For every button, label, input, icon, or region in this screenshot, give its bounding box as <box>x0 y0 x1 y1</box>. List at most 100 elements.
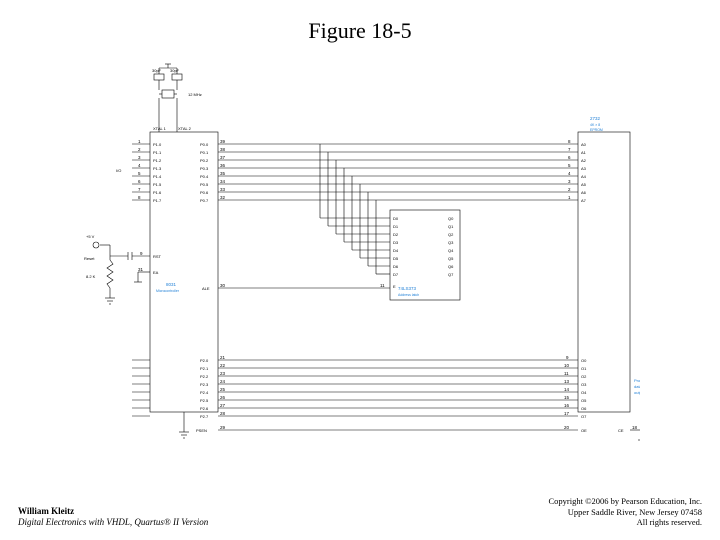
svg-text:D6: D6 <box>393 264 399 269</box>
svg-text:39: 39 <box>220 139 226 144</box>
svg-text:D3: D3 <box>393 240 399 245</box>
cap2-label: 30pF <box>170 68 180 73</box>
svg-text:37: 37 <box>220 155 226 160</box>
latch-e-pin: 11 <box>380 283 385 288</box>
psen-label: PSEN <box>196 428 207 433</box>
svg-text:4: 4 <box>138 163 141 168</box>
svg-text:5: 5 <box>138 171 141 176</box>
svg-text:P0.5: P0.5 <box>200 182 209 187</box>
svg-text:9: 9 <box>566 355 569 360</box>
rval-label: 8.2 K <box>86 274 96 279</box>
svg-text:D1: D1 <box>393 224 399 229</box>
latch-q-pins: Q0 Q1 Q2 Q3 Q4 Q5 Q6 Q7 <box>448 216 454 277</box>
eprom-a-low: A0 A1 A2 A3 A4 A5 A6 A7 8 7 6 5 4 3 2 1 <box>568 139 587 203</box>
svg-text:P2.6: P2.6 <box>200 406 209 411</box>
svg-text:Q3: Q3 <box>448 240 454 245</box>
copyright-line-2: Upper Saddle River, New Jersey 07458 <box>548 507 702 518</box>
schematic-diagram: 30pF 30pF 12 MHz XTAL 1 XTAL 2 I/O +5 V … <box>80 60 640 480</box>
svg-text:O1: O1 <box>581 366 587 371</box>
svg-text:P2.1: P2.1 <box>200 366 209 371</box>
eprom-type: EPROM <box>590 128 603 132</box>
ea-label: EA <box>153 270 159 275</box>
svg-text:Q2: Q2 <box>448 232 454 237</box>
svg-text:7: 7 <box>568 147 571 152</box>
svg-text:P1.1: P1.1 <box>153 150 162 155</box>
svg-text:Q1: Q1 <box>448 224 454 229</box>
svg-text:P2.0: P2.0 <box>200 358 209 363</box>
prog-l3: output <box>634 390 640 395</box>
svg-text:O4: O4 <box>581 390 587 395</box>
prog-l1: Program <box>634 378 640 383</box>
svg-text:O6: O6 <box>581 406 587 411</box>
eprom-o-pins: O0 O1 O2 O3 O4 O5 O6 O7 9 10 11 13 14 15… <box>564 355 587 419</box>
svg-text:A6: A6 <box>581 190 587 195</box>
footer-left: William Kleitz Digital Electronics with … <box>18 506 208 529</box>
svg-text:11: 11 <box>564 371 569 376</box>
svg-text:A1: A1 <box>581 150 587 155</box>
eprom-name: 2732 <box>590 116 601 121</box>
ale-pin: 30 <box>220 283 226 288</box>
svg-text:13: 13 <box>564 379 570 384</box>
svg-text:38: 38 <box>220 147 226 152</box>
svg-text:6: 6 <box>138 179 141 184</box>
svg-text:35: 35 <box>220 171 226 176</box>
svg-text:A0: A0 <box>581 142 587 147</box>
svg-text:D5: D5 <box>393 256 399 261</box>
svg-text:P1.4: P1.4 <box>153 174 162 179</box>
svg-text:A7: A7 <box>581 198 587 203</box>
eprom-size: 4K × 8 <box>590 123 600 127</box>
svg-text:A5: A5 <box>581 182 587 187</box>
svg-text:P1.7: P1.7 <box>153 198 162 203</box>
book-title: Digital Electronics with VHDL, Quartus® … <box>18 517 208 528</box>
svg-text:25: 25 <box>220 387 226 392</box>
svg-text:1: 1 <box>568 195 571 200</box>
svg-text:P0.1: P0.1 <box>200 150 209 155</box>
svg-text:6: 6 <box>568 155 571 160</box>
eprom-ce-pin: 18 <box>632 425 638 430</box>
svg-text:A3: A3 <box>581 166 587 171</box>
page-title: Figure 18-5 <box>0 18 720 44</box>
svg-text:3: 3 <box>568 179 571 184</box>
svg-text:O7: O7 <box>581 414 587 419</box>
freq-label: 12 MHz <box>188 92 202 97</box>
svg-text:D2: D2 <box>393 232 399 237</box>
svg-text:P2.5: P2.5 <box>200 398 209 403</box>
svg-text:2: 2 <box>568 187 571 192</box>
svg-text:32: 32 <box>220 195 226 200</box>
svg-text:4: 4 <box>568 171 571 176</box>
svg-text:D4: D4 <box>393 248 399 253</box>
mcu-p2-pins: P2.0 P2.1 P2.2 P2.3 P2.4 P2.5 P2.6 P2.7 … <box>200 355 226 419</box>
svg-text:21: 21 <box>220 355 226 360</box>
svg-text:Q4: Q4 <box>448 248 454 253</box>
author-name: William Kleitz <box>18 506 208 517</box>
rst-label: RST <box>153 254 162 259</box>
svg-text:16: 16 <box>564 403 570 408</box>
svg-text:P2.7: P2.7 <box>200 414 209 419</box>
svg-text:8: 8 <box>138 195 141 200</box>
svg-text:Q5: Q5 <box>448 256 454 261</box>
svg-text:P0.4: P0.4 <box>200 174 209 179</box>
ea-pin: 31 <box>138 267 144 272</box>
copyright-line-3: All rights reserved. <box>548 517 702 528</box>
svg-text:Q0: Q0 <box>448 216 454 221</box>
svg-text:8: 8 <box>568 139 571 144</box>
svg-text:26: 26 <box>220 395 226 400</box>
svg-text:O2: O2 <box>581 374 587 379</box>
svg-text:P1.0: P1.0 <box>153 142 162 147</box>
svg-text:O0: O0 <box>581 358 587 363</box>
svg-text:24: 24 <box>220 379 226 384</box>
svg-text:23: 23 <box>220 371 226 376</box>
xtal1-label: XTAL 1 <box>153 126 167 131</box>
vcc-label: +5 V <box>86 234 95 239</box>
rst-pin: 9 <box>140 251 143 256</box>
svg-text:33: 33 <box>220 187 226 192</box>
svg-text:P2.3: P2.3 <box>200 382 209 387</box>
svg-text:P0.2: P0.2 <box>200 158 209 163</box>
svg-text:A4: A4 <box>581 174 587 179</box>
reset-label: Reset <box>84 256 95 261</box>
eprom-oe-pin: 20 <box>564 425 570 430</box>
svg-text:27: 27 <box>220 403 226 408</box>
svg-text:1: 1 <box>138 139 141 144</box>
latch-name: 74LS373 <box>398 286 417 291</box>
svg-text:P1.2: P1.2 <box>153 158 162 163</box>
